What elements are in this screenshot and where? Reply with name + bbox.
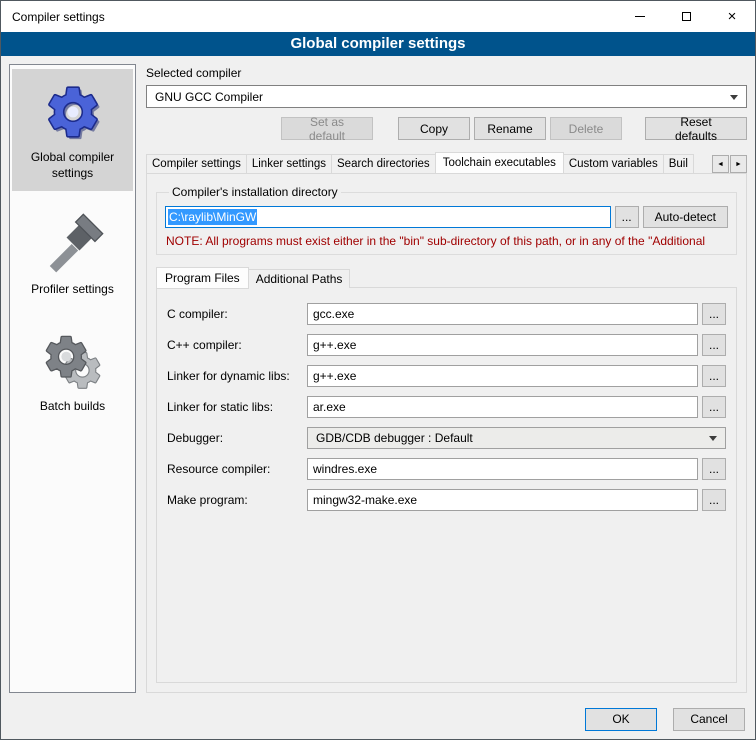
field-label: Linker for static libs: [167, 400, 307, 414]
tab-custom-variables[interactable]: Custom variables [563, 154, 664, 173]
field-label: Resource compiler: [167, 462, 307, 476]
selected-compiler-label: Selected compiler [146, 66, 747, 80]
set-as-default-button[interactable]: Set as default [281, 117, 373, 140]
dynamic-linker-input[interactable] [307, 365, 698, 387]
copy-button[interactable]: Copy [398, 117, 470, 140]
tab-compiler-settings[interactable]: Compiler settings [146, 154, 247, 173]
page-title: Global compiler settings [1, 32, 755, 56]
browse-make-program-button[interactable]: ... [702, 489, 726, 511]
ok-button[interactable]: OK [585, 708, 657, 731]
tab-scroll-right-icon[interactable]: ► [730, 155, 747, 173]
installation-directory-value: C:\raylib\MinGW [168, 209, 257, 225]
sidebar-item-label: Global compiler settings [14, 150, 131, 181]
tab-toolchain-executables[interactable]: Toolchain executables [435, 152, 564, 174]
field-label: Make program: [167, 493, 307, 507]
dialog-footer: OK Cancel [1, 699, 755, 739]
cpp-compiler-input[interactable] [307, 334, 698, 356]
sidebar-item-batch-builds[interactable]: Batch builds [12, 318, 133, 425]
settings-category-sidebar: Global compiler settings Profiler settin… [9, 64, 136, 693]
selected-compiler-value: GNU GCC Compiler [155, 90, 263, 104]
installation-note: NOTE: All programs must exist either in … [166, 234, 727, 248]
program-tabs: Program Files Additional Paths [156, 267, 737, 288]
tab-scroll-buttons: ◄ ► [709, 155, 747, 173]
minimize-button[interactable] [617, 1, 663, 32]
form-row: Linker for static libs: ... [167, 396, 726, 418]
debugger-value: GDB/CDB debugger : Default [316, 431, 473, 445]
tab-program-files[interactable]: Program Files [156, 267, 249, 289]
gray-gears-icon [42, 330, 104, 392]
installation-directory-group: Compiler's installation directory C:\ray… [156, 185, 737, 255]
form-row: C compiler: ... [167, 303, 726, 325]
tab-scroll-left-icon[interactable]: ◄ [712, 155, 729, 173]
field-label: Debugger: [167, 431, 307, 445]
delete-button[interactable]: Delete [550, 117, 622, 140]
compiler-settings-dialog: Compiler settings × Global compiler sett… [0, 0, 756, 740]
browse-directory-button[interactable]: ... [615, 206, 639, 228]
static-linker-input[interactable] [307, 396, 698, 418]
form-row: Make program: ... [167, 489, 726, 511]
sidebar-item-profiler-settings[interactable]: Profiler settings [12, 201, 133, 308]
compiler-actions: Set as default Copy Rename Delete Reset … [146, 117, 747, 140]
tab-build-options[interactable]: Buil [663, 154, 694, 173]
toolchain-executables-panel: Compiler's installation directory C:\ray… [146, 173, 747, 693]
installation-directory-input[interactable]: C:\raylib\MinGW [165, 206, 611, 228]
sidebar-item-global-compiler-settings[interactable]: Global compiler settings [12, 69, 133, 191]
form-row: Debugger: GDB/CDB debugger : Default [167, 427, 726, 449]
sidebar-item-label: Profiler settings [31, 282, 114, 298]
browse-resource-compiler-button[interactable]: ... [702, 458, 726, 480]
window-title: Compiler settings [1, 10, 105, 24]
browse-c-compiler-button[interactable]: ... [702, 303, 726, 325]
maximize-button[interactable] [663, 1, 709, 32]
browse-static-linker-button[interactable]: ... [702, 396, 726, 418]
form-row: Resource compiler: ... [167, 458, 726, 480]
compiler-settings-tabs: Compiler settings Linker settings Search… [146, 152, 747, 173]
main-panel: Selected compiler GNU GCC Compiler Set a… [146, 64, 747, 693]
debugger-select[interactable]: GDB/CDB debugger : Default [307, 427, 726, 449]
tab-linker-settings[interactable]: Linker settings [246, 154, 332, 173]
chevron-down-icon [730, 95, 738, 104]
form-row: Linker for dynamic libs: ... [167, 365, 726, 387]
rename-button[interactable]: Rename [474, 117, 546, 140]
make-program-input[interactable] [307, 489, 698, 511]
field-label: C++ compiler: [167, 338, 307, 352]
field-label: Linker for dynamic libs: [167, 369, 307, 383]
titlebar[interactable]: Compiler settings × [1, 1, 755, 32]
installation-directory-legend: Compiler's installation directory [169, 185, 341, 199]
close-button[interactable]: × [709, 1, 755, 32]
chevron-down-icon [709, 436, 717, 445]
sidebar-item-label: Batch builds [40, 399, 105, 415]
close-icon: × [728, 9, 737, 24]
blue-gear-icon [42, 81, 104, 143]
browse-cpp-compiler-button[interactable]: ... [702, 334, 726, 356]
browse-dynamic-linker-button[interactable]: ... [702, 365, 726, 387]
form-row: C++ compiler: ... [167, 334, 726, 356]
reset-defaults-button[interactable]: Reset defaults [645, 117, 747, 140]
program-files-panel: C compiler: ... C++ compiler: ... [156, 287, 737, 683]
field-label: C compiler: [167, 307, 307, 321]
resource-compiler-input[interactable] [307, 458, 698, 480]
selected-compiler-select[interactable]: GNU GCC Compiler [146, 85, 747, 108]
tab-search-directories[interactable]: Search directories [331, 154, 436, 173]
tab-additional-paths[interactable]: Additional Paths [248, 269, 351, 288]
c-compiler-input[interactable] [307, 303, 698, 325]
maximize-icon [682, 12, 691, 21]
cancel-button[interactable]: Cancel [673, 708, 745, 731]
auto-detect-button[interactable]: Auto-detect [643, 206, 728, 228]
window-controls: × [617, 1, 755, 32]
hammer-icon [42, 213, 104, 275]
minimize-icon [635, 16, 645, 17]
